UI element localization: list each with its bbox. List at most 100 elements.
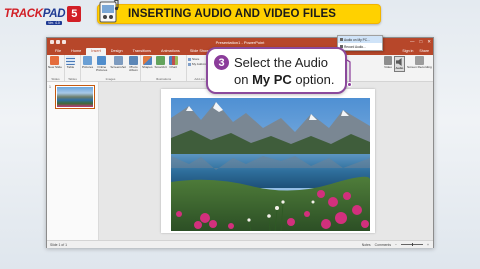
callout-text: Select the Audio on My PC option. (234, 54, 334, 88)
group-label-images: Images (105, 77, 116, 81)
table-icon (66, 56, 75, 65)
window-controls: — □ ✕ (410, 39, 431, 45)
instruction-callout: 3 Select the Audio on My PC option. (206, 47, 347, 94)
logo-text-part1: TRACK (4, 8, 43, 20)
video-icon (384, 56, 392, 65)
online-pictures-button[interactable]: Online Pictures (95, 56, 108, 73)
audio-on-my-pc-label: Audio on My PC... (344, 37, 370, 42)
chart-button[interactable]: Chart (168, 56, 178, 69)
slide[interactable] (161, 89, 375, 233)
undo-icon[interactable] (56, 40, 60, 44)
notes-button[interactable]: Notes (362, 243, 371, 247)
group-label-tables: Tables (68, 77, 77, 81)
group-illustrations: Shapes SmartArt Chart Illustrations (141, 55, 187, 81)
slide-thumbnails-pane: 1 (47, 82, 99, 240)
group-slides: New Slide Slides (47, 55, 65, 81)
audio-label: Audio (395, 66, 404, 70)
shapes-button[interactable]: Shapes (142, 56, 153, 69)
tab-design[interactable]: Design (106, 48, 128, 55)
screen-recording-label: Screen Recording (407, 65, 432, 69)
share-button[interactable]: Share (419, 49, 429, 53)
maximize-button[interactable]: □ (420, 39, 423, 45)
window-title: Presentation1 - PowerPoint (215, 39, 265, 45)
zoom-out-button[interactable]: − (395, 243, 397, 247)
workspace: 1 (47, 82, 433, 240)
pictures-label: Pictures (82, 65, 94, 69)
smartart-button[interactable]: SmartArt (155, 56, 167, 69)
callout-line-2-prefix: on (234, 72, 253, 87)
title-banner: INSERTING AUDIO AND VIDEO FILES (97, 0, 381, 24)
shapes-icon (142, 56, 152, 65)
tab-transitions[interactable]: Transitions (128, 48, 156, 55)
new-slide-icon (50, 56, 60, 65)
callout-dot (347, 82, 352, 87)
group-label-slides: Slides (51, 77, 60, 81)
online-pictures-label: Online Pictures (96, 65, 108, 73)
lake-landscape-image[interactable] (171, 98, 370, 231)
redo-icon[interactable] (62, 40, 66, 44)
audio-button[interactable]: Audio (394, 56, 405, 72)
tab-file[interactable]: File (50, 48, 66, 55)
save-icon[interactable] (50, 40, 54, 44)
logo-sub: Ver. 4.0 (46, 21, 62, 25)
zoom-slider[interactable] (401, 243, 424, 246)
pictures-button[interactable]: Pictures (82, 56, 93, 69)
smartart-icon (156, 56, 166, 65)
record-audio-label: Record Audio... (344, 44, 366, 49)
slide-thumbnail[interactable] (55, 85, 95, 109)
new-slide-label: New Slide (48, 65, 62, 69)
video-button[interactable]: Video (384, 56, 392, 81)
comments-button[interactable]: Comments (375, 243, 391, 247)
photo-album-icon (129, 56, 138, 65)
account-area: Sign in Share (402, 49, 429, 53)
thumbnail-image (57, 87, 93, 107)
logo-version-badge: 5 (67, 6, 82, 22)
tab-insert[interactable]: Insert (86, 48, 106, 55)
sign-in-link[interactable]: Sign in (402, 49, 413, 53)
pictures-icon (83, 56, 93, 65)
callout-bold-text: My PC (252, 72, 292, 87)
film-music-icon (96, 0, 122, 25)
zoom-in-button[interactable]: + (427, 243, 429, 247)
computer-icon (340, 38, 343, 41)
step-number: 3 (214, 55, 229, 70)
table-button[interactable]: Table (66, 56, 75, 69)
logo-text-part2: PAD (42, 8, 66, 20)
audio-on-my-pc-item[interactable]: Audio on My PC... (338, 36, 382, 43)
chart-icon (168, 56, 178, 65)
shapes-label: Shapes (142, 65, 153, 69)
table-label: Table (66, 65, 75, 69)
online-pictures-icon (97, 56, 107, 65)
audio-dropdown-menu: Audio on My PC... Record Audio... (337, 35, 383, 51)
callout-line-2: on My PC option. (234, 71, 334, 88)
minimize-button[interactable]: — (410, 39, 415, 45)
smartart-label: SmartArt (154, 65, 167, 69)
status-right: Notes Comments − + (362, 243, 429, 247)
callout-line-2-suffix: option. (291, 72, 335, 87)
slide-canvas (99, 82, 433, 240)
quick-access-toolbar (50, 40, 66, 44)
group-label-illustrations: Illustrations (155, 77, 172, 81)
record-audio-item[interactable]: Record Audio... (338, 43, 382, 50)
tab-home[interactable]: Home (66, 48, 86, 55)
thumbnail-number: 1 (49, 85, 51, 89)
screenshot-button[interactable]: Screenshot (110, 56, 126, 69)
screen-recording-icon (414, 56, 424, 65)
group-tables: Table Tables (65, 55, 81, 81)
group-images: Pictures Online Pictures Screenshot Phot… (81, 55, 141, 81)
photo-album-button[interactable]: Photo Album (128, 56, 139, 73)
status-bar: Slide 1 of 1 Notes Comments − + (47, 240, 433, 248)
video-label: Video (384, 65, 392, 69)
screen-recording-button[interactable]: Screen Recording (407, 56, 432, 81)
trackpad-logo: TRACKPAD 5 Ver. 4.0 (4, 3, 82, 25)
logo-text: TRACKPAD (4, 8, 66, 20)
new-slide-button[interactable]: New Slide (48, 56, 62, 69)
chart-label: Chart (169, 65, 177, 69)
screenshot-icon (113, 56, 123, 65)
speaker-icon (396, 58, 402, 66)
page-title: INSERTING AUDIO AND VIDEO FILES (128, 8, 336, 20)
tab-animations[interactable]: Animations (156, 48, 185, 55)
screenshot-label: Screenshot (110, 65, 126, 69)
callout-line-1: Select the Audio (234, 55, 328, 70)
close-button[interactable]: ✕ (427, 39, 431, 45)
